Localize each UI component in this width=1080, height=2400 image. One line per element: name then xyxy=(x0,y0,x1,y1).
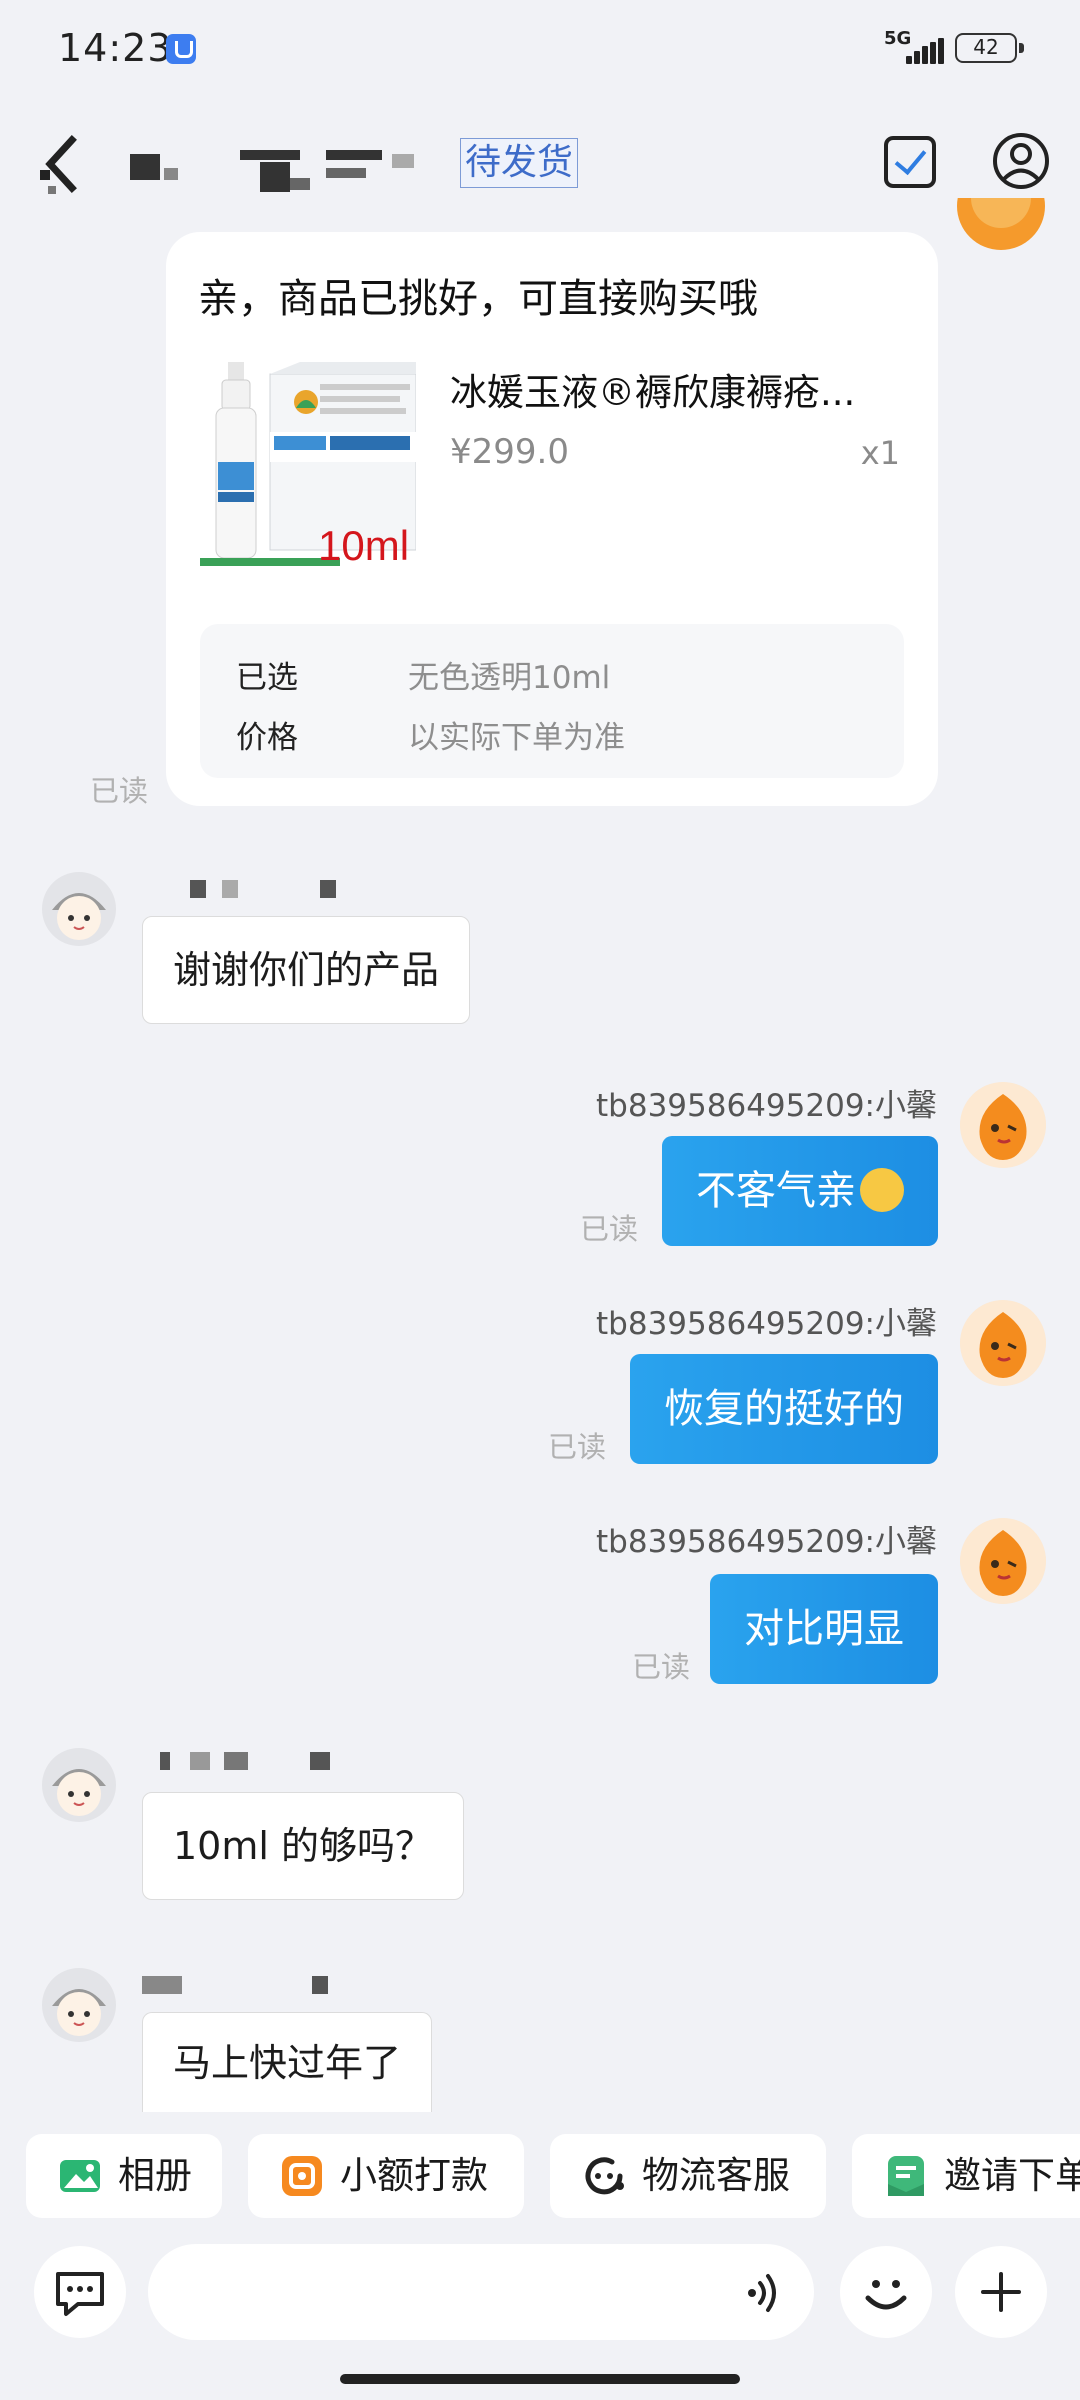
quick-action-label: 小额打款 xyxy=(340,2154,488,2197)
status-bar: 14:23 5G 42 xyxy=(0,0,1080,100)
plus-icon xyxy=(981,2272,1021,2312)
app-shield-icon xyxy=(166,34,196,64)
spec-value-selected: 无色透明10ml xyxy=(408,660,611,696)
customer-name-redacted xyxy=(142,1976,342,1998)
voice-input-icon[interactable] xyxy=(740,2268,790,2318)
status-time: 14:23 xyxy=(58,26,173,70)
agent-avatar[interactable] xyxy=(960,1300,1046,1386)
smiley-icon xyxy=(865,2280,907,2310)
chat-menu-button[interactable] xyxy=(34,2246,126,2338)
agent-avatar[interactable] xyxy=(960,1082,1046,1168)
product-quantity: x1 xyxy=(860,434,900,472)
signal-icon: 5G xyxy=(884,28,944,66)
message-input[interactable] xyxy=(148,2244,814,2340)
card-title: 亲，商品已挑好，可直接购买哦 xyxy=(198,276,758,322)
read-receipt: 已读 xyxy=(548,1430,607,1464)
more-button[interactable] xyxy=(955,2246,1047,2338)
checkbox-icon[interactable] xyxy=(884,136,936,188)
quick-action-payment[interactable]: 小额打款 xyxy=(248,2134,524,2218)
payment-icon xyxy=(282,2156,322,2196)
agent-sender-name: tb839586495209:小馨 xyxy=(596,1524,937,1560)
quick-action-logistics[interactable]: 物流客服 xyxy=(550,2134,826,2218)
order-status-tag[interactable]: 待发货 xyxy=(460,138,579,188)
spec-value-price: 以实际下单为准 xyxy=(408,720,625,756)
agent-avatar[interactable] xyxy=(960,1518,1046,1604)
battery-icon: 42 xyxy=(955,33,1024,63)
profile-icon[interactable] xyxy=(992,132,1050,190)
read-receipt: 已读 xyxy=(580,1212,639,1246)
product-recommendation-card[interactable]: 亲，商品已挑好，可直接购买哦 10ml 冰媛玉液®褥欣康褥疮... ¥299.0 xyxy=(166,232,938,806)
message-bubble-agent[interactable]: 对比明显 xyxy=(710,1574,938,1684)
battery-level: 42 xyxy=(973,35,999,59)
quick-action-label: 相册 xyxy=(118,2154,192,2197)
input-bar xyxy=(0,2232,1080,2372)
customer-avatar[interactable] xyxy=(42,872,116,946)
agent-sender-name: tb839586495209:小馨 xyxy=(596,1088,937,1124)
quick-action-album[interactable]: 相册 xyxy=(26,2134,222,2218)
chat-bubble-icon xyxy=(56,2272,104,2316)
quick-actions-bar: 相册 小额打款 物流客服 邀请下单 xyxy=(0,2134,1080,2224)
product-name[interactable]: 冰媛玉液®褥欣康褥疮... xyxy=(450,362,900,416)
customer-avatar[interactable] xyxy=(42,1748,116,1822)
read-receipt: 已读 xyxy=(632,1650,691,1684)
spec-label-price: 价格 xyxy=(236,720,298,756)
quick-action-label: 物流客服 xyxy=(642,2154,790,2197)
home-indicator[interactable] xyxy=(340,2374,740,2384)
spec-label-selected: 已选 xyxy=(236,660,298,696)
message-bubble-agent[interactable]: 恢复的挺好的 xyxy=(630,1354,938,1464)
spec-box: 已选 无色透明10ml 价格 以实际下单为准 xyxy=(200,624,904,778)
invite-order-icon xyxy=(888,2156,924,2196)
blowing-kiss-emoji-icon xyxy=(860,1168,904,1212)
agent-sender-name: tb839586495209:小馨 xyxy=(596,1306,937,1342)
customer-name-redacted xyxy=(160,1752,340,1774)
read-receipt: 已读 xyxy=(90,774,149,808)
chat-header: 待发货 xyxy=(0,110,1080,220)
customer-avatar[interactable] xyxy=(42,1968,116,2042)
agent-avatar[interactable] xyxy=(956,198,1046,260)
message-bubble-customer[interactable]: 谢谢你们的产品 xyxy=(142,916,471,1024)
quick-action-invite-order[interactable]: 邀请下单 xyxy=(852,2134,1080,2218)
emoji-button[interactable] xyxy=(840,2246,932,2338)
shop-name-redacted[interactable] xyxy=(130,148,440,192)
customer-name-redacted xyxy=(190,880,340,902)
logistics-service-icon xyxy=(585,2157,624,2195)
quick-action-label: 邀请下单 xyxy=(944,2154,1080,2197)
message-text: 不客气亲 xyxy=(696,1168,856,1214)
product-image[interactable]: 10ml xyxy=(200,362,416,578)
back-arrow-icon[interactable] xyxy=(38,132,88,196)
product-image-caption: 10ml xyxy=(318,522,410,569)
photo-album-icon xyxy=(60,2160,100,2192)
message-bubble-agent[interactable]: 不客气亲 xyxy=(662,1136,938,1246)
product-price: ¥299.0 xyxy=(450,432,569,472)
message-bubble-customer[interactable]: 10ml 的够吗？ xyxy=(142,1792,465,1900)
message-bubble-customer[interactable]: 马上快过年了 xyxy=(142,2012,433,2112)
